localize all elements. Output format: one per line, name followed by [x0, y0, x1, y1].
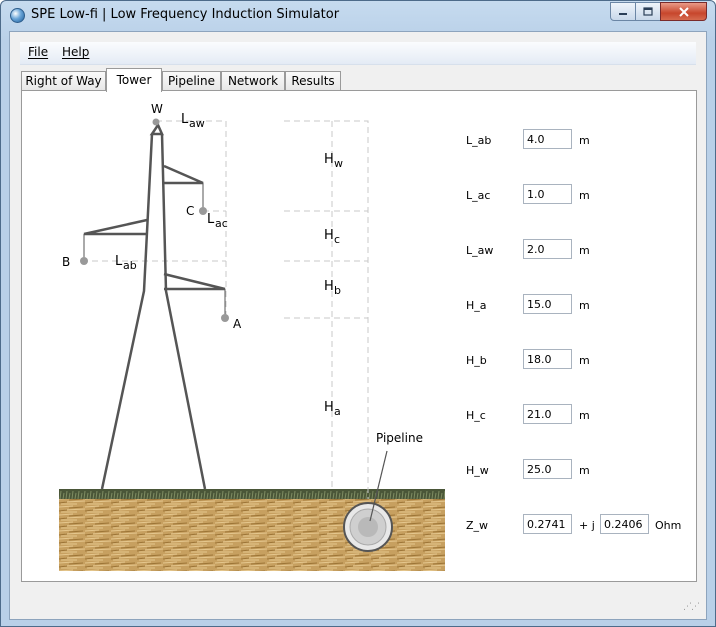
field-label-z-w: Z_w: [466, 519, 489, 532]
tab-pipeline[interactable]: Pipeline: [162, 71, 221, 91]
field-label-h-w: H_w: [466, 464, 489, 477]
field-label-l-ab: L_ab: [466, 134, 492, 147]
close-button[interactable]: [660, 2, 707, 21]
client-area: File Help Right of Way Tower Pipeline Ne…: [9, 31, 707, 620]
field-unit-l-ac: m: [579, 189, 590, 202]
minimize-button[interactable]: [610, 2, 636, 21]
tower-diagram: W C B A L aw L ac L ab H w H c H b H a P…: [62, 102, 423, 552]
label-h-a-sub: a: [334, 405, 341, 418]
label-l-aw-sub: aw: [189, 117, 205, 130]
label-pipeline: Pipeline: [376, 431, 423, 445]
label-h-b-sub: b: [334, 284, 341, 297]
title-bar[interactable]: SPE Low-fi | Low Frequency Induction Sim…: [1, 1, 715, 31]
node-w: [152, 118, 160, 126]
h-c-input[interactable]: [523, 404, 572, 424]
menu-help[interactable]: Help: [62, 45, 89, 59]
field-label-l-aw: L_aw: [466, 244, 494, 257]
label-l-ac-sub: ac: [215, 217, 228, 230]
z-w-real-output: [523, 514, 572, 534]
menu-file[interactable]: File: [28, 45, 48, 59]
label-h-c-main: H: [324, 228, 334, 243]
field-unit-l-aw: m: [579, 244, 590, 257]
z-w-unit: Ohm: [655, 519, 682, 532]
label-h-c-sub: c: [334, 233, 340, 246]
label-l-aw-main: L: [181, 112, 189, 127]
label-a: A: [233, 317, 242, 331]
z-w-separator: + j: [579, 519, 595, 532]
label-h-b-main: H: [324, 279, 334, 294]
field-label-l-ac: L_ac: [466, 189, 491, 202]
tower-structure: [83, 122, 226, 490]
globe-icon: [10, 8, 25, 23]
l-ac-input[interactable]: [523, 184, 572, 204]
close-icon: [678, 6, 689, 17]
field-unit-h-w: m: [579, 464, 590, 477]
field-unit-h-c: m: [579, 409, 590, 422]
tab-right-of-way[interactable]: Right of Way: [21, 71, 106, 91]
h-a-input[interactable]: [523, 294, 572, 314]
l-aw-input[interactable]: [523, 239, 572, 259]
label-l-ab-sub: ab: [123, 259, 137, 272]
node-c: [199, 207, 207, 215]
field-label-h-a: H_a: [466, 299, 487, 312]
label-w: W: [151, 102, 163, 116]
label-l-ab-main: L: [115, 254, 123, 269]
pipeline-graphic: [343, 450, 393, 552]
resize-grip-icon[interactable]: ⋰⋰: [683, 602, 700, 612]
field-label-h-c: H_c: [466, 409, 486, 422]
window-title: SPE Low-fi | Low Frequency Induction Sim…: [31, 7, 340, 22]
label-h-w-sub: w: [334, 157, 343, 170]
minimize-icon: [619, 12, 627, 15]
label-h-w-main: H: [324, 152, 334, 167]
h-w-input[interactable]: [523, 459, 572, 479]
maximize-button[interactable]: [635, 2, 661, 21]
label-l-aw: L aw: [181, 112, 205, 130]
node-a: [221, 314, 229, 322]
status-bar: ⋰⋰: [9, 589, 707, 620]
field-unit-h-b: m: [579, 354, 590, 367]
tab-network[interactable]: Network: [221, 71, 285, 91]
menu-bar: File Help: [20, 42, 696, 65]
h-b-input[interactable]: [523, 349, 572, 369]
label-c: C: [186, 204, 194, 218]
label-b: B: [62, 255, 70, 269]
field-label-h-b: H_b: [466, 354, 487, 367]
label-l-ab: L ab: [115, 254, 137, 272]
l-ab-input[interactable]: [523, 129, 572, 149]
label-h-w: H w: [324, 152, 343, 170]
tab-tower[interactable]: Tower: [106, 68, 162, 92]
app-window: SPE Low-fi | Low Frequency Induction Sim…: [0, 0, 716, 627]
field-unit-h-a: m: [579, 299, 590, 312]
label-l-ac: L ac: [207, 212, 228, 230]
maximize-icon: [643, 6, 653, 16]
node-b: [80, 257, 88, 265]
field-unit-l-ab: m: [579, 134, 590, 147]
label-h-a-main: H: [324, 400, 334, 415]
tab-results[interactable]: Results: [285, 71, 341, 91]
label-l-ac-main: L: [207, 212, 215, 227]
tower-panel: W C B A L aw L ac L ab H w H c H b H a P…: [21, 90, 697, 582]
z-w-imag-output: [600, 514, 649, 534]
